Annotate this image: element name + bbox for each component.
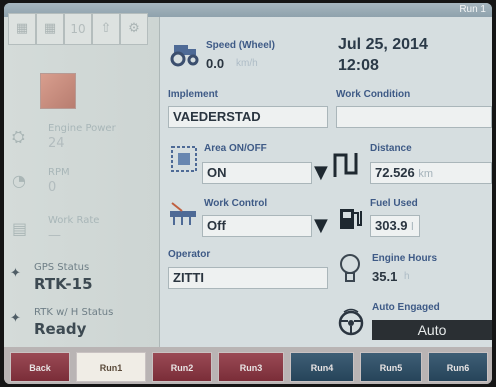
tab-back[interactable]: Back <box>10 352 70 382</box>
status-color-swatch <box>40 73 76 109</box>
engine-icon: ⛭ <box>12 127 25 146</box>
distance-field: 72.526 km <box>370 162 492 184</box>
time-display: 12:08 <box>338 57 379 74</box>
rtk-status-value: Ready <box>34 320 87 338</box>
engine-hours-unit: h <box>404 271 410 282</box>
settings-button[interactable]: ⚙ <box>120 13 148 45</box>
area-onoff-label: Area ON/OFF <box>204 143 267 154</box>
counter-value: 10 <box>70 22 86 36</box>
gps-status-value: RTK-15 <box>34 275 93 293</box>
work-rate-value: — <box>48 228 61 243</box>
grid-icon: ▦ <box>15 21 29 36</box>
fuel-used-unit: l <box>411 221 414 233</box>
toolbar-button-1[interactable]: ▦ <box>8 13 36 45</box>
steering-wheel-icon <box>338 308 364 336</box>
up-arrow-button[interactable]: ⇧ <box>92 13 120 45</box>
left-panel: ▦ ▦ 10 ⇧ ⚙ ⛭ Engine Power 24 ◔ RPM 0 ▤ W… <box>4 13 160 347</box>
gps-status-label: GPS Status <box>34 262 90 273</box>
speed-value: 0.0 <box>206 56 225 71</box>
gear-icon: ⚙ <box>128 21 140 36</box>
tab-run4[interactable]: Run4 <box>290 352 354 382</box>
tractor-icon <box>170 45 199 67</box>
speed-unit: km/h <box>236 58 258 69</box>
work-rate-label: Work Rate <box>48 215 100 226</box>
distance-icon <box>333 153 358 177</box>
work-control-select[interactable]: Off <box>202 215 312 237</box>
tab-run6[interactable]: Run6 <box>428 352 488 382</box>
toolbar: ▦ ▦ 10 ⇧ ⚙ <box>8 13 158 47</box>
run-title: Run 1 <box>459 4 486 15</box>
work-rate-icon: ▤ <box>12 219 28 238</box>
tab-run2[interactable]: Run2 <box>152 352 212 382</box>
work-control-icon <box>170 202 196 225</box>
rtk-status-label: RTK w/ H Status <box>34 307 114 318</box>
implement-label: Implement <box>168 89 219 100</box>
tab-run3[interactable]: Run3 <box>218 352 284 382</box>
distance-unit: km <box>418 168 434 180</box>
auto-engaged-status[interactable]: Auto <box>372 320 492 340</box>
bottom-tab-bar: Back Run1 Run2 Run3 Run4 Run5 Run6 <box>4 347 492 384</box>
fuel-pump-icon <box>340 209 362 229</box>
tab-run1[interactable]: Run1 <box>76 352 146 382</box>
work-condition-field[interactable] <box>336 106 492 128</box>
auto-engaged-label: Auto Engaged <box>372 302 440 313</box>
rpm-value: 0 <box>48 180 57 195</box>
toolbar-button-2[interactable]: ▦ <box>36 13 64 45</box>
tab-run5[interactable]: Run5 <box>360 352 422 382</box>
date-display: Jul 25, 2014 <box>338 36 428 53</box>
fuel-used-value: 303.9 <box>375 218 408 233</box>
distance-value: 72.526 <box>375 165 415 180</box>
light-bulb-icon <box>340 254 360 282</box>
operator-field[interactable]: ZITTI <box>168 267 328 289</box>
engine-power-label: Engine Power <box>48 123 116 134</box>
work-control-label: Work Control <box>204 198 268 209</box>
operator-label: Operator <box>168 249 211 260</box>
main-panel: Speed (Wheel) 0.0 km/h Jul 25, 2014 12:0… <box>160 17 492 347</box>
engine-hours-value: 35.1 <box>372 269 398 284</box>
counter-button[interactable]: 10 <box>64 13 92 45</box>
grid-icon: ▦ <box>43 21 57 36</box>
engine-hours-label: Engine Hours <box>372 253 438 264</box>
distance-label: Distance <box>370 143 412 154</box>
area-onoff-select[interactable]: ON <box>202 162 312 184</box>
up-arrow-icon: ⇧ <box>100 21 112 36</box>
implement-field[interactable]: VAEDERSTAD <box>168 106 328 128</box>
area-onoff-dropdown-icon[interactable]: ▼ <box>314 162 328 184</box>
screen: Run 1 ▦ ▦ 10 ⇧ ⚙ ⛭ Engine Power 24 ◔ RPM… <box>4 3 492 384</box>
tachometer-icon: ◔ <box>12 171 26 190</box>
work-condition-label: Work Condition <box>336 89 411 100</box>
fuel-used-field: 303.9 l <box>370 215 420 237</box>
fuel-used-label: Fuel Used <box>370 198 418 209</box>
work-control-dropdown-icon[interactable]: ▼ <box>314 215 328 237</box>
rpm-label: RPM <box>48 167 70 178</box>
engine-power-value: 24 <box>48 136 65 151</box>
area-icon <box>171 146 197 172</box>
speed-label: Speed (Wheel) <box>206 40 275 51</box>
